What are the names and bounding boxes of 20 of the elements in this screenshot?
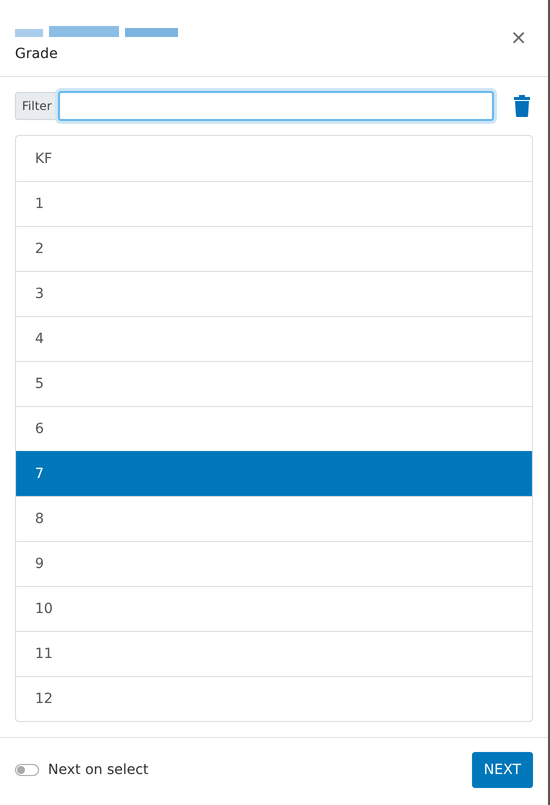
grade-option[interactable]: 1 [16, 181, 532, 226]
grade-option[interactable]: 11 [16, 631, 532, 676]
grade-option[interactable]: 8 [16, 496, 532, 541]
filter-label: Filter [15, 92, 58, 120]
grade-option[interactable]: 12 [16, 676, 532, 721]
trash-icon[interactable] [514, 95, 530, 117]
grade-option[interactable]: KF [16, 136, 532, 181]
grade-option[interactable]: 7 [16, 451, 532, 496]
grade-option[interactable]: 2 [16, 226, 532, 271]
grade-option[interactable]: 5 [16, 361, 532, 406]
grade-option[interactable]: 3 [16, 271, 532, 316]
toggle-switch[interactable] [15, 764, 39, 776]
grade-option[interactable]: 10 [16, 586, 532, 631]
dialog-subtitle: Grade [15, 46, 59, 62]
filter-field[interactable] [58, 91, 494, 121]
grade-option[interactable]: 4 [16, 316, 532, 361]
grade-option[interactable]: 9 [16, 541, 532, 586]
close-button[interactable]: × [504, 24, 533, 50]
toggle-label: Next on select [48, 762, 149, 778]
next-button[interactable]: NEXT [472, 752, 533, 788]
